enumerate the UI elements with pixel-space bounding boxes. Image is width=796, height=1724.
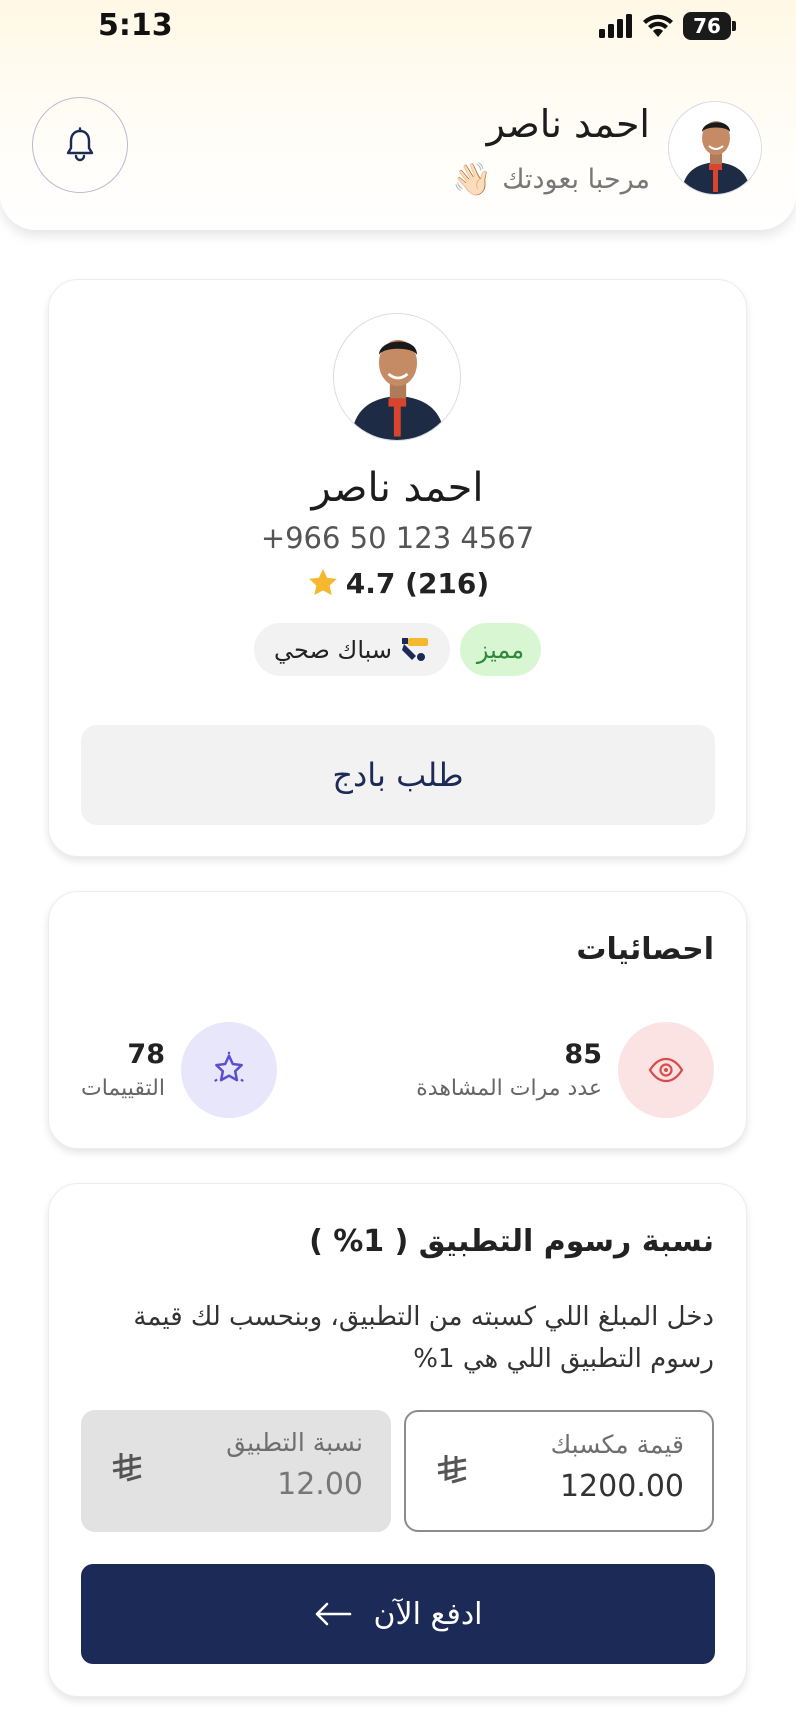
star-badge-icon <box>214 1051 244 1083</box>
profile-card: احمد ناصر +966 50 123 4567 4.7 (216) ممي… <box>48 279 747 857</box>
bell-icon <box>66 127 94 162</box>
battery-tip <box>732 21 736 31</box>
avatar-image <box>669 102 761 194</box>
riyal-icon <box>437 1455 467 1484</box>
eye-icon <box>648 1057 684 1083</box>
user-name: احمد ناصر <box>486 102 650 146</box>
earnings-label: قيمة مكسبك <box>550 1430 684 1459</box>
ratings-stat: 78 التقييمات <box>81 1022 277 1118</box>
views-value: 85 <box>564 1039 602 1070</box>
views-stat: 85 عدد مرات المشاهدة <box>416 1022 714 1118</box>
stats-title: احصائيات <box>576 932 714 967</box>
profile-chips: مميز سباك صحي <box>49 623 746 676</box>
arrow-left-icon <box>315 1602 351 1626</box>
stats-card: احصائيات 85 عدد مرات المشاهدة 78 التقييم… <box>48 891 747 1149</box>
star-icon <box>308 568 337 596</box>
request-badge-button[interactable]: طلب بادج <box>81 725 715 825</box>
wave-emoji: 👋🏻 <box>452 160 493 198</box>
views-icon-circle <box>618 1022 714 1118</box>
app-share-value: 12.00 <box>277 1467 363 1502</box>
ratings-text: 78 التقييمات <box>81 1039 165 1101</box>
featured-chip: مميز <box>459 623 541 676</box>
notifications-button[interactable] <box>32 97 128 193</box>
greeting-text: مرحبا بعودتك <box>502 163 650 195</box>
app-share-field: نسبة التطبيق 12.00 <box>81 1410 391 1532</box>
earnings-value[interactable]: 1200.00 <box>434 1469 684 1504</box>
battery-indicator: 76 <box>683 12 731 40</box>
fees-description: دخل المبلغ اللي كسبته من التطبيق، وبنحسب… <box>133 1302 714 1374</box>
profile-avatar-image <box>334 314 460 440</box>
category-label: سباك صحي <box>274 635 392 664</box>
status-time: 5:13 <box>98 8 173 43</box>
category-chip: سباك صحي <box>254 623 450 676</box>
status-icons: 76 <box>599 12 736 40</box>
pay-now-button[interactable]: ادفع الآن <box>81 1564 715 1664</box>
ratings-label: التقييمات <box>81 1076 165 1101</box>
profile-name: احمد ناصر <box>311 465 484 511</box>
header-avatar[interactable] <box>668 101 762 195</box>
ratings-icon-circle <box>181 1022 277 1118</box>
fees-title: نسبة رسوم التطبيق ( 1% ) <box>309 1224 714 1259</box>
ratings-value: 78 <box>127 1039 165 1070</box>
pay-now-label: ادفع الآن <box>373 1596 483 1632</box>
wifi-icon <box>643 14 673 37</box>
views-label: عدد مرات المشاهدة <box>416 1076 602 1101</box>
rating-row: 4.7 (216) <box>49 566 746 600</box>
earnings-field[interactable]: قيمة مكسبك 1200.00 <box>404 1410 714 1532</box>
app-screen: 5:13 76 احمد ناصر مرحبا بعودتك 👋🏻 احمد ن… <box>0 0 796 1724</box>
rating-value: 4.7 (216) <box>345 566 490 600</box>
signal-icon <box>599 14 632 38</box>
plumber-icon <box>401 637 428 661</box>
profile-avatar <box>333 313 461 441</box>
profile-phone: +966 50 123 4567 <box>260 521 535 555</box>
greeting: مرحبا بعودتك 👋🏻 <box>452 160 650 198</box>
header: 5:13 76 احمد ناصر مرحبا بعودتك 👋🏻 <box>0 0 796 230</box>
views-text: 85 عدد مرات المشاهدة <box>416 1039 602 1101</box>
fees-card: نسبة رسوم التطبيق ( 1% ) دخل المبلغ اللي… <box>48 1183 747 1697</box>
app-share-label: نسبة التطبيق <box>226 1428 363 1457</box>
riyal-icon <box>112 1453 142 1482</box>
